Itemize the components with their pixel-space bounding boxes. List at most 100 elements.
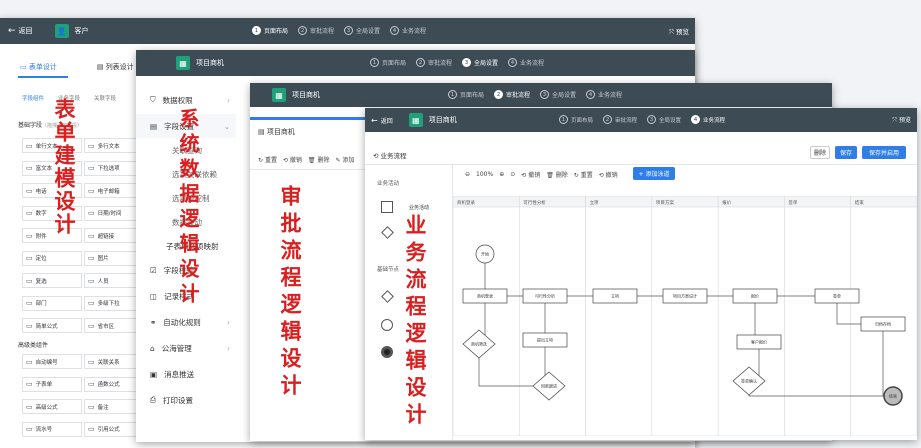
swimlane[interactable] — [518, 196, 586, 436]
top-bar-2: ▦ 项目商机 1 页面布局 2 审批流程 3 全局设置 4 业务流程 — [136, 50, 695, 76]
menu-public-pool[interactable]: ⌂ 公海管理 › — [136, 336, 236, 360]
flow-node-label: 回款跟进 — [541, 383, 557, 389]
step-4[interactable]: 4 业务流程 — [508, 58, 544, 67]
step-4[interactable]: 4 业务流程 — [691, 115, 725, 124]
advanced-component[interactable]: ▭ 子表单 — [22, 376, 82, 392]
advanced-component[interactable]: ▭ 引用公式 — [84, 421, 144, 437]
advanced-component[interactable]: ▭ 函数公式 — [84, 376, 144, 392]
advanced-component[interactable]: ▭ 流水号 — [22, 421, 82, 437]
add-lane-button[interactable]: + 添加泳道 — [633, 167, 675, 180]
top-bar: ← 返回 👤 客户 1 页面布局 2 审批流程 3 全局设置 4 业务流程 ⤧ 预览 — [0, 18, 695, 44]
field-component[interactable]: ▭ 电子邮箱 — [84, 183, 144, 198]
flow-node-label: 可行性分析 — [535, 293, 555, 299]
menu-message-push[interactable]: ▣ 消息推送 — [136, 362, 236, 386]
palette-biz-square[interactable] — [381, 201, 393, 213]
step-1[interactable]: 1 页面布局 — [559, 115, 593, 124]
advanced-component[interactable]: ▭ 备注 — [84, 399, 144, 414]
advanced-component[interactable]: ▭ 关联关系 — [84, 354, 144, 369]
printer-icon: ⎙ — [150, 395, 156, 404]
field-type-icon: ▭ — [26, 402, 33, 411]
back-button[interactable]: 返回 — [381, 116, 393, 125]
advanced-component[interactable]: ▭ 高级公式 — [22, 399, 82, 414]
flow-node-label: 结束 — [889, 393, 897, 399]
save-publish-button[interactable]: 保存并启用 — [862, 146, 906, 159]
subtab-components[interactable]: 字段组件 — [22, 94, 44, 102]
step-1[interactable]: 1 页面布局 — [370, 58, 406, 67]
field-component[interactable]: ▭ 多级下拉 — [84, 295, 144, 311]
undo-button[interactable]: ⟲ 撤销 — [521, 170, 540, 179]
field-component[interactable]: ▭ 日期/时间 — [84, 205, 144, 221]
reset-button[interactable]: ↻ 重置 — [258, 155, 277, 164]
swimlane[interactable] — [717, 196, 785, 436]
tab-form-design[interactable]: ▭ 表单设计 — [20, 62, 57, 72]
flow-node-label: 商机筛选 — [471, 341, 487, 347]
field-component[interactable]: ▭ 部门 — [22, 295, 82, 311]
zoom-out-icon[interactable]: ⊖ — [465, 171, 470, 178]
zoom-in-icon[interactable]: ⊕ — [499, 171, 504, 178]
field-component[interactable]: ▭ 简单公式 — [22, 318, 82, 333]
step-1[interactable]: 1 页面布局 — [448, 90, 484, 99]
swimlane[interactable] — [453, 196, 520, 436]
back-icon[interactable]: ← — [8, 26, 16, 36]
preview-button[interactable]: ⤧ 预览 — [892, 115, 911, 125]
tab-list-design[interactable]: ▤ 列表设计 — [97, 62, 134, 72]
field-component[interactable]: ▭ 复选 — [22, 273, 82, 288]
field-type-icon: ▭ — [26, 380, 33, 388]
swimlane[interactable] — [651, 196, 719, 436]
palette-biz-item[interactable]: 业务活动 — [409, 204, 429, 211]
palette-diamond[interactable] — [381, 226, 394, 239]
step-bar-2: 1 页面布局 2 审批流程 3 全局设置 4 业务流程 — [370, 58, 544, 67]
save-button[interactable]: 保存 — [835, 146, 857, 159]
delete-button[interactable]: 删除 — [810, 146, 830, 159]
canvas-toolbar: ⊖ 100% ⊕ ⊙ ⟲ 撤销 🗑 删除 ↻ 重置 ⟲ 撤销 — [465, 170, 618, 179]
field-component[interactable]: ▭ 下拉选项 — [84, 160, 144, 176]
swimlane-label: 结束 — [855, 199, 864, 206]
subtab-relation[interactable]: 关联字段 — [94, 94, 116, 102]
field-type-icon: ▭ — [26, 321, 33, 330]
delete-button-canvas[interactable]: 🗑 删除 — [546, 170, 568, 179]
swimlane[interactable] — [585, 196, 653, 436]
swimlane[interactable] — [784, 196, 852, 436]
back-button[interactable]: 返回 — [19, 26, 33, 36]
palette-gateway[interactable] — [381, 290, 394, 303]
step-4[interactable]: 4 业务流程 — [586, 90, 622, 99]
step-3[interactable]: 3 全局设置 — [344, 26, 380, 35]
swimlane[interactable] — [850, 196, 917, 436]
field-type-icon: ▭ — [26, 141, 33, 150]
redo-button[interactable]: ⟲ 撤销 — [599, 170, 618, 179]
preview-button[interactable]: ⤧ 预览 — [669, 26, 689, 37]
field-component[interactable]: ▭ 超链接 — [84, 228, 144, 243]
step-1[interactable]: 1 页面布局 — [252, 26, 288, 35]
panel-title: ▤ 项目商机 — [258, 128, 295, 136]
field-component[interactable]: ▭ 省市区 — [84, 318, 144, 333]
field-component[interactable]: ▭ 多行文本 — [84, 138, 144, 153]
check-icon: ☑ — [150, 265, 157, 275]
step-3[interactable]: 3 全局设置 — [647, 115, 681, 124]
undo-button[interactable]: ⟲ 撤销 — [283, 155, 302, 164]
reset-button[interactable]: ↻ 重置 — [574, 170, 593, 179]
step-2[interactable]: 2 审批流程 — [298, 26, 334, 35]
field-component[interactable]: ▭ 定位 — [22, 250, 82, 266]
step-3[interactable]: 3 全局设置 — [540, 90, 576, 99]
back-icon[interactable]: ← — [371, 116, 378, 125]
add-button[interactable]: ✎ 添加 — [335, 155, 354, 164]
field-component[interactable]: ▭ 人员 — [84, 273, 144, 288]
field-component[interactable]: ▭ 图片 — [84, 250, 144, 266]
step-2[interactable]: 2 审批流程 — [603, 115, 637, 124]
step-2[interactable]: 2 审批流程 — [494, 90, 530, 99]
fit-icon[interactable]: ⊙ — [510, 171, 515, 178]
advanced-component[interactable]: ▭ 自动编号 — [22, 354, 82, 369]
app-title-4: 项目商机 — [428, 116, 457, 124]
business-flow-window: ← 返回 ▦ 项目商机 1 页面布局 2 审批流程 3 全局设置 4 业务流程 ⤧ 预览… — [365, 108, 917, 440]
swimlane-label: 可行性分析 — [523, 199, 546, 206]
step-3[interactable]: 3 全局设置 — [462, 58, 498, 67]
step-2[interactable]: 2 审批流程 — [416, 58, 452, 67]
menu-print-settings[interactable]: ⎙ 打印设置 — [136, 388, 236, 412]
delete-button[interactable]: 🗑 删除 — [308, 155, 330, 164]
menu-automation[interactable]: ⚭ 自动化规则 › — [136, 310, 236, 334]
flow-canvas[interactable]: 商机登录 可行性分析 立项 项目方案 报价 签单 结束开始商机登录商机筛选可行性分析提出立项… — [453, 196, 917, 436]
swimlane-label: 签单 — [788, 199, 797, 206]
palette-end-circle[interactable] — [381, 346, 393, 358]
palette-start-circle[interactable] — [381, 319, 393, 331]
step-4[interactable]: 4 业务流程 — [390, 26, 426, 35]
